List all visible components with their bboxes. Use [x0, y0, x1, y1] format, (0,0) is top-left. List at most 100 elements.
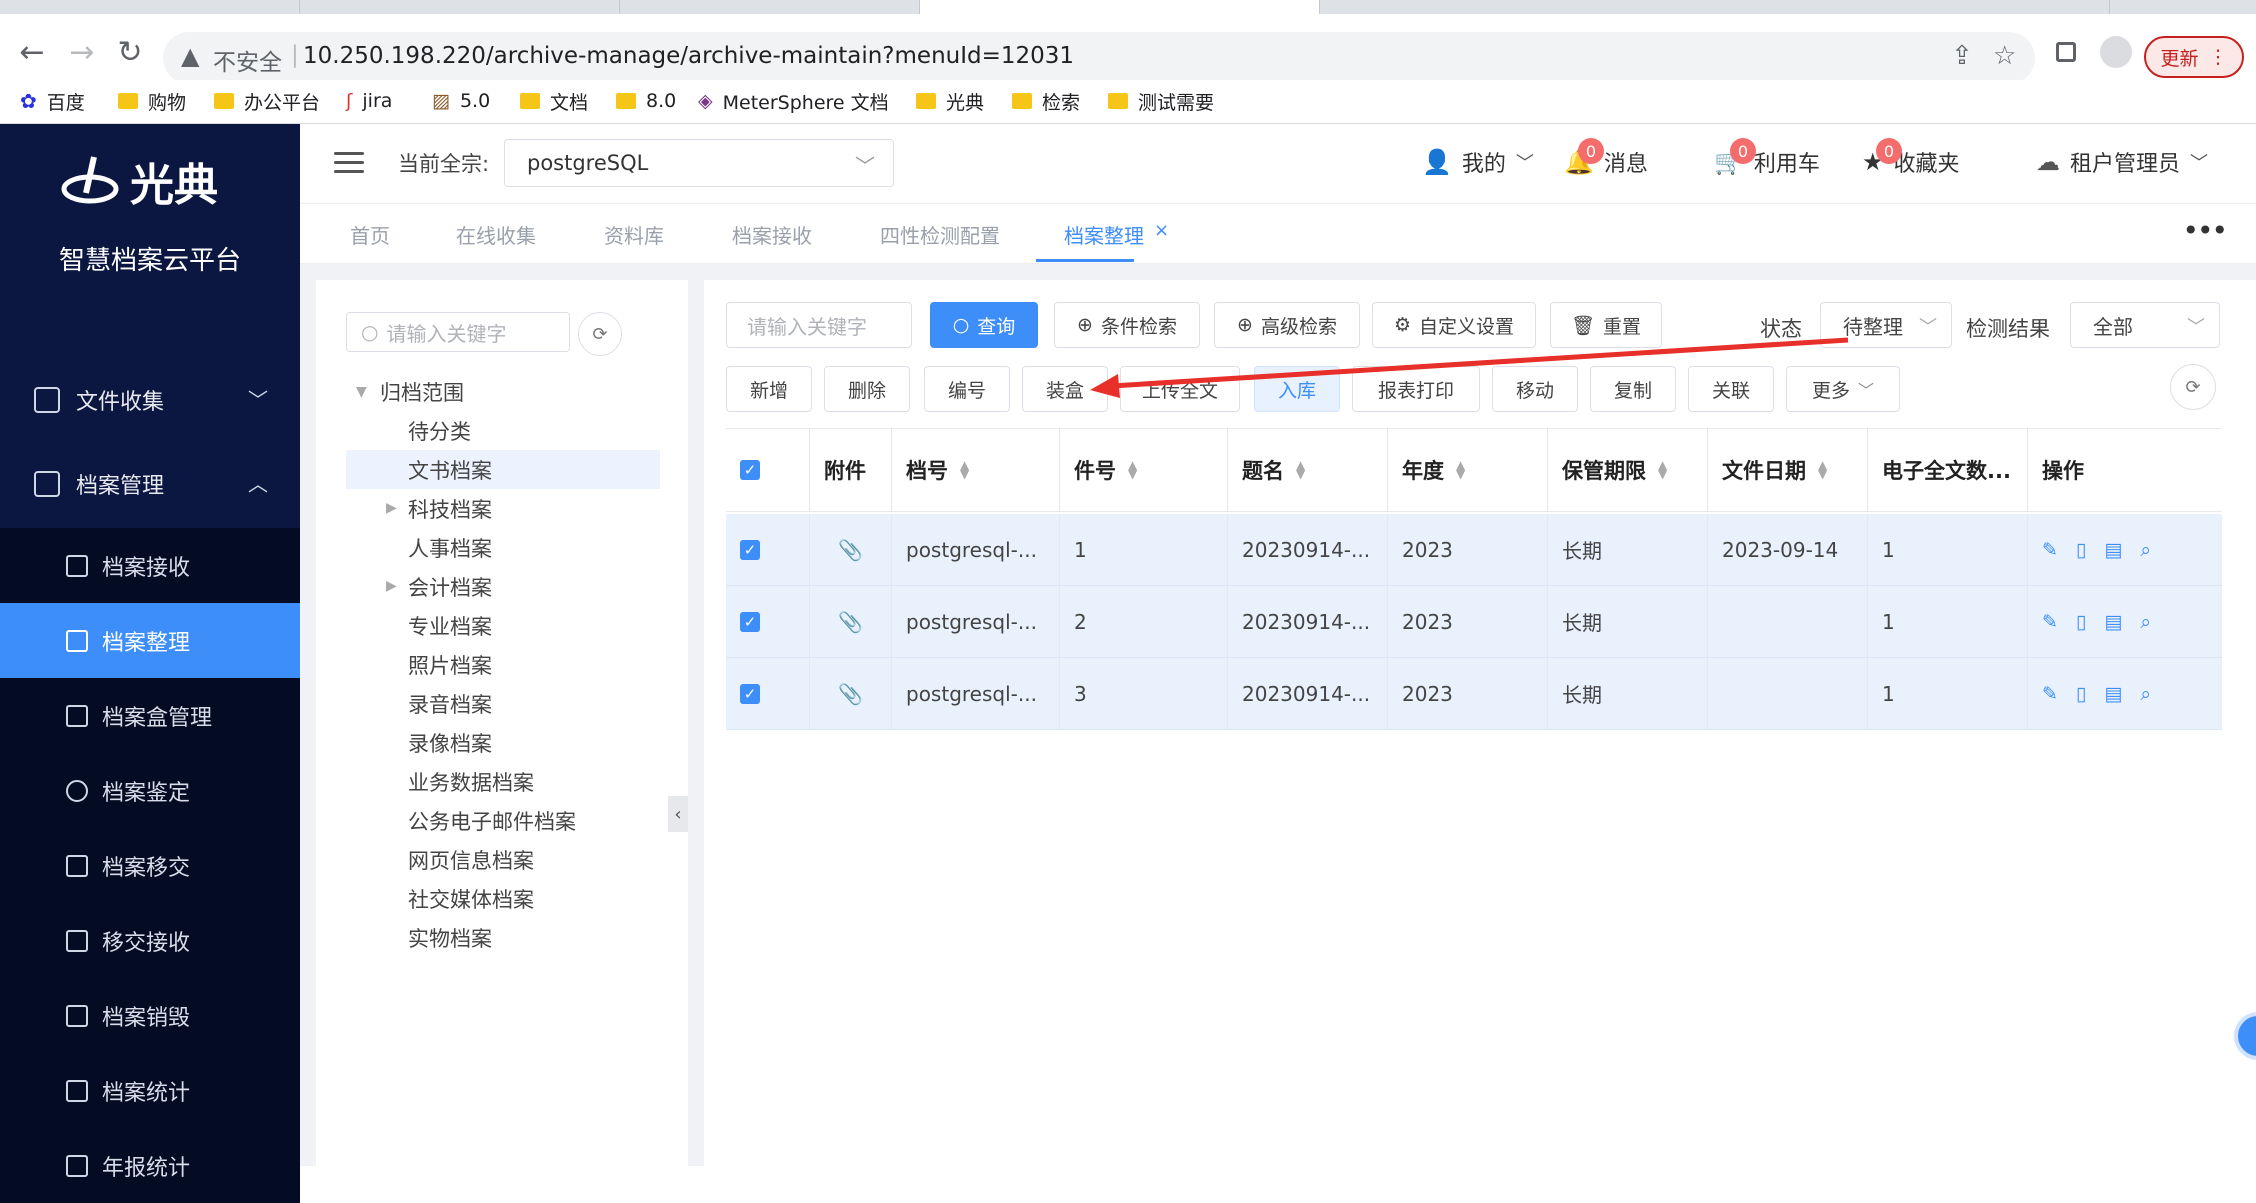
- copy-button[interactable]: 复制: [1590, 366, 1676, 412]
- tree-node[interactable]: 会计档案: [408, 567, 492, 606]
- custom-settings-button[interactable]: ⚙ 自定义设置: [1372, 302, 1536, 348]
- tab-archive-organize[interactable]: 档案整理: [1064, 220, 1144, 249]
- favorites-link[interactable]: ★ 0 收藏夹: [1862, 138, 1960, 178]
- book-icon[interactable]: ▯: [2076, 539, 2086, 561]
- sort-icon[interactable]: ▲ ▼: [960, 459, 969, 480]
- tree-node[interactable]: 录像档案: [408, 723, 492, 762]
- paperclip-icon[interactable]: 📎: [810, 658, 892, 729]
- tree-root[interactable]: 归档范围: [380, 372, 464, 411]
- search-icon[interactable]: ⌕: [2140, 611, 2151, 633]
- book-icon[interactable]: ▯: [2076, 683, 2086, 705]
- reload-icon[interactable]: ↻: [106, 28, 154, 76]
- document-icon[interactable]: ▤: [2104, 539, 2122, 561]
- tree-search-input[interactable]: ○ 请输入关键字: [346, 312, 570, 352]
- sort-icon[interactable]: ▲ ▼: [1658, 459, 1667, 480]
- bookmark-folder[interactable]: 购物: [118, 86, 186, 116]
- row-checkbox[interactable]: ✓: [740, 539, 760, 560]
- col-header[interactable]: 电子全文数...: [1868, 429, 2028, 511]
- browser-tab[interactable]: [300, 0, 620, 14]
- search-icon[interactable]: ⌕: [2140, 539, 2151, 561]
- col-header[interactable]: 件号 ▲ ▼: [1060, 429, 1228, 511]
- tree-node[interactable]: 实物档案: [408, 918, 492, 957]
- forward-icon[interactable]: →: [58, 28, 106, 76]
- sidebar-item-archive-receive[interactable]: 档案接收: [0, 528, 300, 603]
- sidebar-item-transfer[interactable]: 档案移交: [0, 828, 300, 903]
- col-header[interactable]: 文件日期 ▲ ▼: [1708, 429, 1868, 511]
- tree-node[interactable]: 业务数据档案: [408, 762, 534, 801]
- more-icon[interactable]: •••: [2182, 214, 2228, 247]
- star-icon[interactable]: ☆: [1993, 41, 2016, 71]
- book-icon[interactable]: ▯: [2076, 611, 2086, 633]
- tree-node-selected[interactable]: 文书档案: [346, 450, 660, 489]
- report-print-button[interactable]: 报表打印: [1352, 366, 1480, 412]
- sort-icon[interactable]: ▲ ▼: [1456, 459, 1465, 480]
- mine-menu[interactable]: 👤 我的 ﹀: [1422, 146, 1534, 178]
- edit-icon[interactable]: ✎: [2042, 683, 2058, 705]
- col-header[interactable]: 保管期限 ▲ ▼: [1548, 429, 1708, 511]
- browser-tab[interactable]: [620, 0, 920, 14]
- tree-node[interactable]: 网页信息档案: [408, 840, 534, 879]
- tree-node[interactable]: 社交媒体档案: [408, 879, 534, 918]
- user-menu[interactable]: ☁ 租户管理员 ﹀: [2036, 146, 2208, 178]
- tree-node[interactable]: 科技档案: [408, 489, 492, 528]
- bookmark-folder[interactable]: 测试需要: [1108, 86, 1214, 116]
- query-button[interactable]: ○ 查询: [930, 302, 1038, 348]
- row-select-cell[interactable]: ✓: [726, 586, 810, 657]
- table-row[interactable]: ✓ 📎 postgresql-... 3 20230914-... 2023 长…: [726, 658, 2222, 730]
- refresh-icon[interactable]: ⟳: [578, 312, 622, 356]
- caret-right-icon[interactable]: ▶: [386, 578, 397, 594]
- document-icon[interactable]: ▤: [2104, 611, 2122, 633]
- update-button[interactable]: 更新 ⋮: [2144, 36, 2244, 78]
- bookmark-folder[interactable]: 8.0: [616, 86, 676, 116]
- tree-node[interactable]: 专业档案: [408, 606, 492, 645]
- tree-node[interactable]: 录音档案: [408, 684, 492, 723]
- number-button[interactable]: 编号: [924, 366, 1010, 412]
- tab-materials[interactable]: 资料库: [604, 220, 664, 249]
- row-select-cell[interactable]: ✓: [726, 658, 810, 729]
- table-row[interactable]: ✓ 📎 postgresql-... 1 20230914-... 2023 长…: [726, 514, 2222, 586]
- bookmark-metersphere[interactable]: ◈ MeterSphere 文档: [698, 86, 889, 116]
- sort-icon[interactable]: ▲ ▼: [1818, 459, 1827, 480]
- close-tab-icon[interactable]: ×: [1154, 220, 1169, 241]
- url-text[interactable]: 10.250.198.220/archive-manage/archive-ma…: [303, 43, 1074, 69]
- browser-tab-active[interactable]: [920, 0, 1320, 14]
- tab-archive-receive[interactable]: 档案接收: [732, 220, 812, 249]
- sidebar-item-destroy[interactable]: 档案销毁: [0, 978, 300, 1053]
- advanced-search-button[interactable]: ⊕ 高级检索: [1214, 302, 1360, 348]
- search-icon[interactable]: ⌕: [2140, 683, 2151, 705]
- kebab-menu-icon[interactable]: ⋮: [2209, 46, 2228, 68]
- select-all-cell[interactable]: ✓: [726, 429, 810, 511]
- bookmark-folder[interactable]: 检索: [1012, 86, 1080, 116]
- move-button[interactable]: 移动: [1492, 366, 1578, 412]
- sort-icon[interactable]: ▲ ▼: [1128, 459, 1137, 480]
- menu-file-collection[interactable]: 文件收集 ﹀: [0, 362, 300, 438]
- bookmark-jira[interactable]: ʃ jira: [346, 86, 392, 116]
- add-button[interactable]: 新增: [726, 366, 812, 412]
- messages-link[interactable]: 🔔 0 消息: [1564, 138, 1648, 178]
- hamburger-menu-icon[interactable]: [334, 152, 364, 174]
- edit-icon[interactable]: ✎: [2042, 611, 2058, 633]
- keyword-input[interactable]: 请输入关键字: [726, 302, 912, 348]
- select-all-checkbox[interactable]: ✓: [740, 460, 760, 480]
- condition-search-button[interactable]: ⊕ 条件检索: [1054, 302, 1200, 348]
- caret-down-icon[interactable]: ▼: [356, 384, 367, 400]
- share-icon[interactable]: ⇪: [1951, 41, 1973, 71]
- row-checkbox[interactable]: ✓: [740, 683, 760, 704]
- sort-icon[interactable]: ▲ ▼: [1296, 459, 1305, 480]
- sidepanel-icon[interactable]: [2056, 42, 2076, 62]
- bookmark-5[interactable]: ▨ 5.0: [432, 86, 490, 116]
- row-select-cell[interactable]: ✓: [726, 514, 810, 585]
- browser-tab[interactable]: [1590, 0, 2110, 14]
- paperclip-icon[interactable]: 📎: [810, 514, 892, 585]
- tab-home[interactable]: 首页: [350, 220, 390, 249]
- warehouse-button[interactable]: 入库: [1254, 366, 1340, 412]
- edit-icon[interactable]: ✎: [2042, 539, 2058, 561]
- bookmark-folder[interactable]: 文档: [520, 86, 588, 116]
- tree-node[interactable]: 人事档案: [408, 528, 492, 567]
- row-checkbox[interactable]: ✓: [740, 611, 760, 632]
- menu-archive-management[interactable]: 档案管理 ︿: [0, 446, 300, 522]
- more-button[interactable]: 更多 ﹀: [1786, 366, 1900, 412]
- tree-node[interactable]: 待分类: [408, 411, 471, 450]
- omnibox[interactable]: ▲ 不安全 | 10.250.198.220/archive-manage/ar…: [163, 32, 2035, 84]
- paperclip-icon[interactable]: 📎: [810, 586, 892, 657]
